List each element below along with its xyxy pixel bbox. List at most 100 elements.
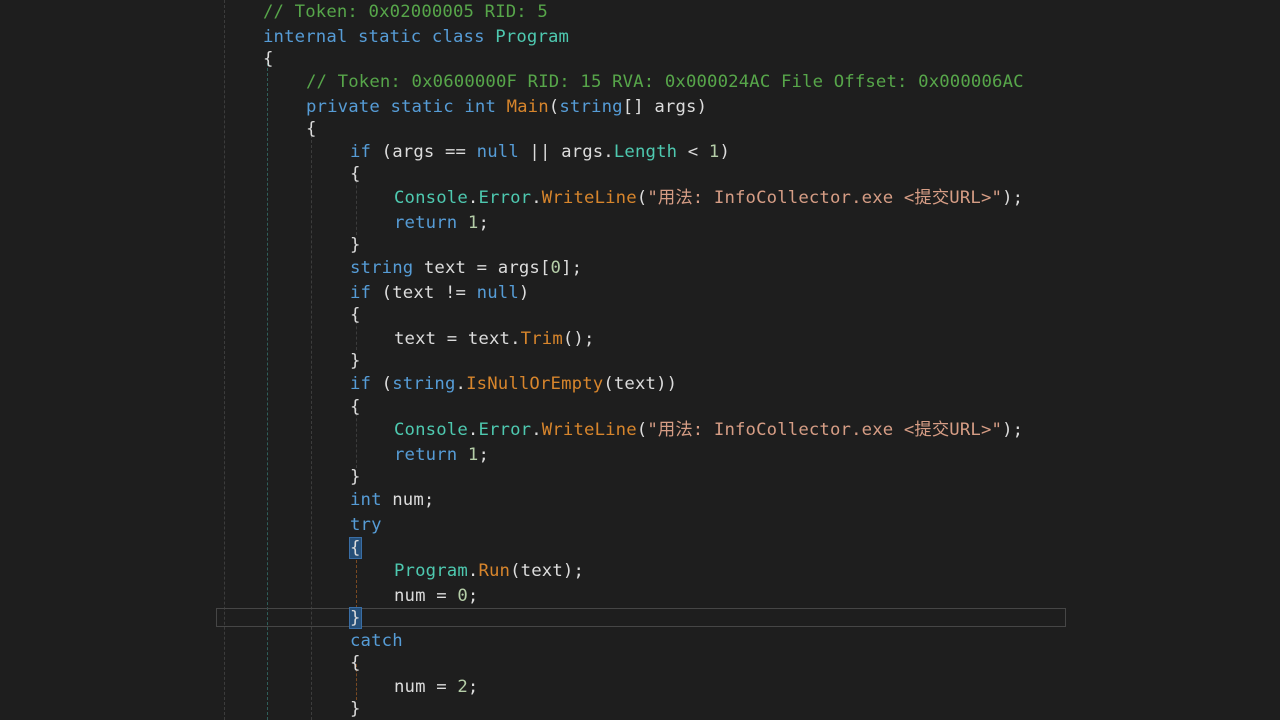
code-token: [] args) xyxy=(622,97,708,117)
code-line[interactable]: if (text != null) xyxy=(350,282,529,305)
code-line[interactable]: } xyxy=(350,698,361,720)
code-token: string xyxy=(392,374,456,394)
code-token: } xyxy=(350,235,361,255)
code-token: (text != xyxy=(371,283,477,303)
code-token: . xyxy=(455,374,467,394)
code-token: } xyxy=(349,607,362,629)
code-token: if xyxy=(350,283,372,303)
code-line[interactable]: num = 0; xyxy=(394,585,478,608)
code-line[interactable]: Console.Error.WriteLine("用法: InfoCollect… xyxy=(394,187,1023,210)
code-token: return xyxy=(394,445,458,465)
code-line[interactable]: { xyxy=(349,537,362,560)
indent-guide xyxy=(311,130,312,720)
code-token: 2 xyxy=(457,677,468,697)
code-line[interactable]: try xyxy=(350,514,382,537)
code-line[interactable]: } xyxy=(350,466,361,489)
code-token: Main xyxy=(506,97,549,117)
code-line[interactable]: { xyxy=(350,652,361,675)
current-line-highlight xyxy=(216,608,1066,627)
code-line[interactable]: Console.Error.WriteLine("用法: InfoCollect… xyxy=(394,419,1023,442)
code-token: 0 xyxy=(550,258,562,278)
code-token: ); xyxy=(1002,420,1024,440)
code-line[interactable]: text = text.Trim(); xyxy=(394,328,595,351)
code-line[interactable]: { xyxy=(350,304,361,327)
indent-guide xyxy=(356,560,357,608)
code-token: ( xyxy=(636,188,648,208)
code-token: Trim xyxy=(520,329,563,349)
code-line[interactable]: } xyxy=(350,350,361,373)
code-token: "用法: InfoCollector.exe <提交URL>" xyxy=(647,188,1003,208)
code-token: { xyxy=(350,305,361,325)
code-token: WriteLine xyxy=(541,188,637,208)
code-line[interactable]: private static int Main(string[] args) xyxy=(306,96,707,119)
code-line[interactable]: num = 2; xyxy=(394,676,478,699)
code-token: } xyxy=(350,351,361,371)
code-line[interactable]: } xyxy=(350,234,361,257)
code-token: IsNullOrEmpty xyxy=(466,374,604,394)
code-token: int xyxy=(350,490,382,510)
code-line[interactable]: if (string.IsNullOrEmpty(text)) xyxy=(350,373,677,396)
code-token: { xyxy=(350,653,361,673)
code-token: string xyxy=(350,258,414,278)
code-token: { xyxy=(350,397,361,417)
code-line[interactable]: { xyxy=(306,118,317,141)
code-token: internal xyxy=(263,27,348,47)
code-line[interactable]: catch xyxy=(350,630,403,653)
code-token: int xyxy=(464,97,497,117)
code-token: Program xyxy=(394,561,468,581)
code-line[interactable]: return 1; xyxy=(394,444,489,467)
code-token: } xyxy=(350,467,361,487)
code-token: . xyxy=(467,188,479,208)
code-line[interactable]: if (args == null || args.Length < 1) xyxy=(350,141,730,164)
code-token: < xyxy=(677,142,709,162)
code-token: Program xyxy=(495,27,570,47)
code-token: num = xyxy=(394,677,458,697)
code-token: ( xyxy=(371,374,393,394)
code-token: null xyxy=(476,142,519,162)
code-token: ; xyxy=(467,586,479,606)
code-token: return xyxy=(394,213,458,233)
code-token: ; xyxy=(478,213,490,233)
code-line[interactable]: } xyxy=(349,607,362,630)
code-line[interactable]: Program.Run(text); xyxy=(394,560,584,583)
code-line[interactable]: // Token: 0x02000005 RID: 5 xyxy=(263,1,548,24)
code-token: . xyxy=(531,188,542,208)
code-line[interactable]: { xyxy=(350,163,361,186)
code-token: if xyxy=(350,142,372,162)
code-token: catch xyxy=(350,631,403,651)
code-line[interactable]: return 1; xyxy=(394,212,489,235)
code-token: null xyxy=(476,283,519,303)
code-editor[interactable]: // Token: 0x02000005 RID: 5 internal stat… xyxy=(0,0,1280,720)
code-line[interactable]: string text = args[0]; xyxy=(350,257,582,280)
code-line[interactable]: int num; xyxy=(350,489,434,512)
code-token: text = text. xyxy=(394,329,521,349)
code-token: static xyxy=(358,27,422,47)
code-token: { xyxy=(306,119,317,139)
code-token: "用法: InfoCollector.exe <提交URL>" xyxy=(647,420,1003,440)
code-line[interactable]: // Token: 0x0600000F RID: 15 RVA: 0x0000… xyxy=(306,71,1024,94)
code-line[interactable]: internal static class Program xyxy=(263,26,569,49)
code-line[interactable]: { xyxy=(263,48,274,71)
code-token: class xyxy=(431,27,485,47)
code-token: 0 xyxy=(457,586,468,606)
code-token: Error xyxy=(478,188,532,208)
code-token: ( xyxy=(636,420,648,440)
code-token: } xyxy=(350,699,361,719)
code-token: ; xyxy=(478,445,490,465)
code-token: { xyxy=(263,49,274,69)
code-token: ; xyxy=(467,677,479,697)
code-token: ) xyxy=(719,142,730,162)
code-token: . xyxy=(467,561,479,581)
code-token: num; xyxy=(381,490,435,510)
code-token: (); xyxy=(562,329,595,349)
code-token: . xyxy=(531,420,542,440)
code-line[interactable]: { xyxy=(350,396,361,419)
code-token: (text); xyxy=(510,561,585,581)
code-token: Run xyxy=(478,561,511,581)
code-token: 1 xyxy=(467,445,479,465)
